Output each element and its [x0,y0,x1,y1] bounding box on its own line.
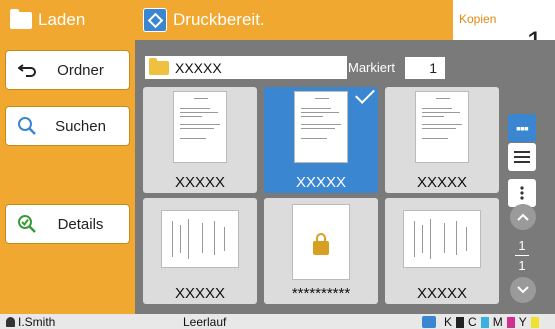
suchen-button[interactable]: Suchen [5,106,130,146]
chevron-up-icon [517,213,529,221]
ordner-button[interactable]: Ordner [5,50,130,90]
back-arrow-icon [14,63,40,77]
ink-swatch-y [530,316,539,328]
chevron-down-icon [517,286,529,294]
status-title: Druckbereit. [173,10,265,29]
document-thumbnail-selected[interactable]: XXXXX [264,84,378,193]
ink-label-y: Y [518,315,527,329]
page-up-button[interactable] [510,204,536,230]
ink-swatch-k [456,316,465,328]
document-name: ********** [291,285,351,302]
user-indicator[interactable]: I.Smith [6,315,55,329]
user-name: I.Smith [18,315,56,329]
document-thumbnail[interactable]: XXXXX [385,87,499,193]
page-down-button[interactable] [510,277,536,303]
left-title-label: Laden [38,10,86,29]
left-title: Laden [0,0,135,40]
document-thumbnail[interactable]: XXXXX [143,87,257,193]
ink-levels: K C M Y [422,315,539,329]
document-thumbnail-locked[interactable]: ********** [264,198,378,304]
folder-name-bar: XXXXX [145,56,347,79]
marked-count: 1 [405,57,445,79]
ordner-label: Ordner [57,61,104,79]
checkmark-icon [355,84,375,104]
thumbnail-view-button[interactable]: ▪▪▪ [508,114,536,142]
folder-icon [10,8,32,29]
ink-swatch-c [480,316,489,328]
page-divider [515,255,529,256]
list-view-icon [514,151,530,163]
search-icon [14,116,40,136]
network-icon [422,316,436,328]
document-page-preview [294,91,348,163]
more-options-button[interactable] [508,179,536,207]
document-name: XXXXX [174,285,226,302]
document-thumbnail[interactable]: XXXXX [143,198,257,304]
details-label: Details [57,215,104,233]
ink-label-k: K [444,315,453,329]
document-page-preview-landscape [161,210,239,268]
document-name: XXXXX [416,174,468,191]
details-check-icon [14,214,40,234]
list-view-button[interactable] [508,143,536,171]
marked-label: Markiert [348,60,395,75]
ready-status-icon [143,8,167,32]
grid-view-icon: ▪▪▪ [516,120,529,136]
page-total: 1 [518,258,526,273]
document-name: XXXXX [416,285,468,302]
document-name: XXXXX [295,174,347,191]
header-bar: Druckbereit. [135,0,453,40]
document-page-preview [415,91,469,163]
document-page-preview-landscape [403,210,481,268]
suchen-label: Suchen [55,117,106,135]
folder-icon [149,57,169,75]
ink-swatch-m [506,316,515,328]
copies-label: Kopien [459,12,497,26]
machine-state: Leerlauf [183,315,227,329]
more-vertical-icon [520,186,524,200]
lock-icon [313,233,329,255]
folder-name: XXXXX [175,59,222,76]
page-current: 1 [518,238,526,253]
user-icon [6,317,15,327]
ink-label-c: C [468,315,477,329]
document-page-preview [173,91,227,163]
document-page-preview [292,204,350,280]
document-list-area: XXXXX Markiert 1 XXXXX XXXXX XXXXX XXXXX… [135,40,555,314]
status-bar: I.Smith Leerlauf K C M Y [0,314,555,329]
document-name: XXXXX [174,174,226,191]
left-panel: Laden [0,0,135,314]
document-thumbnail[interactable]: XXXXX [385,198,499,304]
details-button[interactable]: Details [5,204,130,244]
ink-label-m: M [492,315,503,329]
